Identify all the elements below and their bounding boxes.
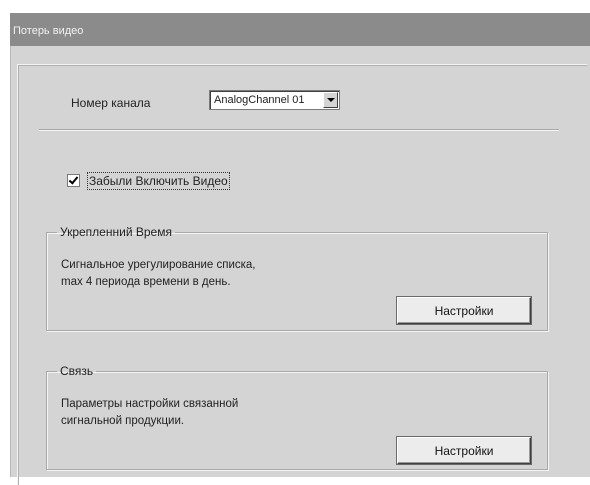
- enable-video-checkbox[interactable]: [67, 174, 80, 187]
- link-group: Связь Параметры настройки связанной сигн…: [46, 364, 548, 470]
- schedule-group: Укрепленний Время Сигнальное урегулирова…: [46, 225, 548, 331]
- link-group-legend: Связь: [60, 364, 94, 378]
- link-description: Параметры настройки связанной сигнальной…: [61, 398, 239, 427]
- schedule-settings-button[interactable]: Настройки: [397, 297, 531, 324]
- separator: [39, 129, 559, 131]
- schedule-group-legend: Укрепленний Время: [60, 225, 172, 239]
- dialog-title: Потерь видео: [13, 25, 84, 37]
- chevron-down-icon[interactable]: [323, 92, 338, 108]
- link-settings-button[interactable]: Настройки: [397, 437, 531, 464]
- channel-number-label: Номер канала: [71, 96, 151, 110]
- video-loss-panel: Номер канала AnalogChannel 01 Забыли Вкл…: [10, 46, 590, 485]
- enable-video-label[interactable]: Забыли Включить Видео: [87, 172, 230, 190]
- schedule-description: Сигнальное урегулирование списка, max 4 …: [61, 259, 256, 288]
- dialog-title-bar: Потерь видео: [10, 13, 590, 46]
- channel-select-value: AnalogChannel 01: [214, 94, 305, 106]
- channel-select[interactable]: AnalogChannel 01: [209, 90, 340, 110]
